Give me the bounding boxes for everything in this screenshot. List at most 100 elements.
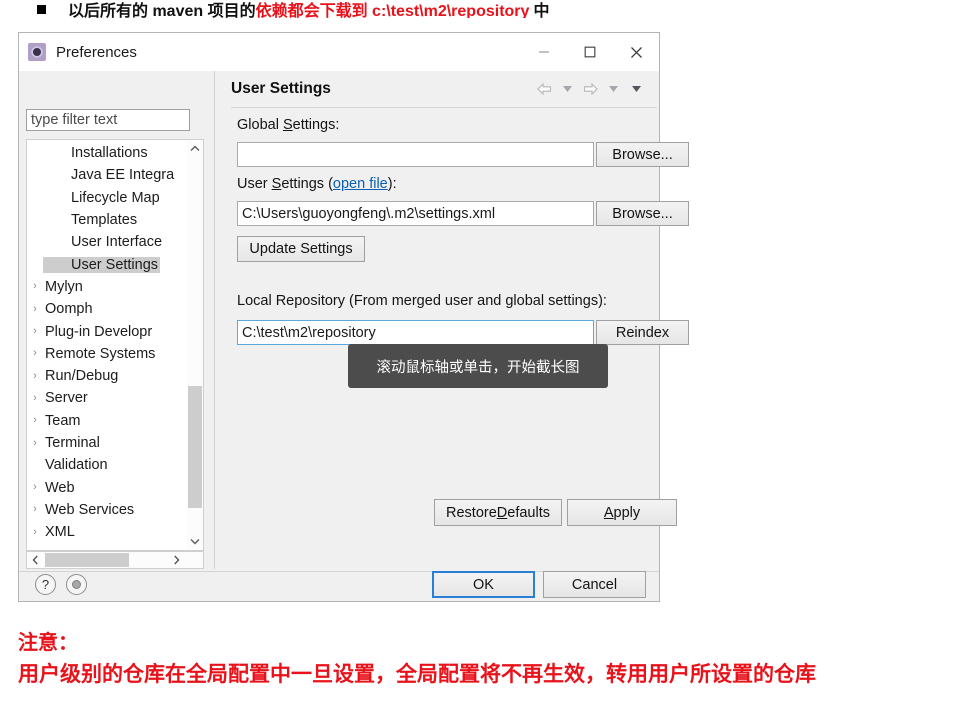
column-divider bbox=[214, 71, 215, 569]
panel-content: Global Settings: Browse... User Settings… bbox=[219, 108, 689, 569]
tree-item-label: Templates bbox=[71, 212, 138, 229]
local-repository-label: Local Repository (From merged user and g… bbox=[237, 293, 607, 309]
footer-icons: ? bbox=[35, 574, 87, 595]
cancel-button[interactable]: Cancel bbox=[543, 571, 646, 598]
tree-item-label: XML bbox=[45, 524, 75, 541]
back-dropdown-icon[interactable] bbox=[559, 81, 576, 98]
tree-item-lifecycle-map[interactable]: Lifecycle Map bbox=[27, 187, 177, 209]
tree-item-validation[interactable]: Validation bbox=[27, 454, 177, 476]
scrollbar-thumb-vertical[interactable] bbox=[188, 386, 202, 508]
expand-arrow-icon[interactable]: › bbox=[27, 326, 43, 337]
expand-arrow-icon[interactable]: › bbox=[27, 437, 43, 449]
open-file-link[interactable]: open file bbox=[333, 176, 388, 192]
forward-dropdown-icon[interactable] bbox=[605, 81, 622, 98]
record-dot-icon[interactable] bbox=[66, 574, 87, 595]
chevron-right-icon[interactable] bbox=[168, 552, 185, 568]
preferences-tree[interactable]: Installations Java EE Integra Lifecycle Ma… bbox=[26, 139, 193, 551]
tree-item-plug-in-developr[interactable]: › Plug-in Developr bbox=[27, 320, 177, 342]
tree-item-label: Mylyn bbox=[45, 278, 83, 295]
tree-item-team[interactable]: › Team bbox=[27, 410, 177, 432]
chevron-left-icon[interactable] bbox=[27, 552, 44, 568]
tree-item-terminal[interactable]: › Terminal bbox=[27, 432, 177, 454]
screenshot-tooltip: 滚动鼠标轴或单击，开始截长图 bbox=[348, 344, 608, 388]
top-note-text-1: 以后所有的 maven 项目的 bbox=[68, 3, 256, 18]
scrollbar-thumb-horizontal[interactable] bbox=[45, 553, 129, 567]
chevron-down-icon[interactable] bbox=[187, 533, 203, 550]
page-title: User Settings bbox=[231, 80, 331, 97]
tree-item-installations[interactable]: Installations bbox=[27, 142, 177, 164]
expand-arrow-icon[interactable]: › bbox=[27, 281, 43, 292]
tree-item-xml[interactable]: › XML bbox=[27, 521, 177, 543]
restore-defaults-pre: Restore bbox=[446, 504, 497, 521]
user-settings-browse-button[interactable]: Browse... bbox=[596, 201, 689, 226]
top-note-text-2: 中 bbox=[533, 3, 550, 18]
tree-item-oomph[interactable]: › Oomph bbox=[27, 298, 177, 320]
tree-item-java-ee-integra[interactable]: Java EE Integra bbox=[27, 164, 177, 186]
global-settings-browse-button[interactable]: Browse... bbox=[596, 142, 689, 167]
close-icon[interactable] bbox=[613, 33, 659, 71]
tree-item-web-services[interactable]: › Web Services bbox=[27, 499, 177, 521]
window-buttons bbox=[521, 33, 659, 71]
user-settings-input[interactable] bbox=[237, 201, 594, 226]
maximize-icon[interactable] bbox=[567, 33, 613, 71]
bullet-square-icon bbox=[37, 4, 46, 14]
global-settings-input[interactable] bbox=[237, 142, 594, 167]
tree-item-templates[interactable]: Templates bbox=[27, 209, 177, 231]
chevron-up-icon[interactable] bbox=[187, 140, 203, 157]
filter-input[interactable] bbox=[26, 109, 190, 131]
apply-mnemonic: A bbox=[603, 504, 614, 521]
tree-item-label: User Settings bbox=[43, 256, 161, 273]
user-settings-label-post: ): bbox=[387, 176, 397, 192]
local-repository-input[interactable] bbox=[237, 320, 594, 345]
tree-item-server[interactable]: › Server bbox=[27, 387, 177, 409]
tree-item-user-interface[interactable]: User Interface bbox=[27, 231, 177, 253]
tree-item-label: Plug-in Developr bbox=[45, 323, 153, 340]
tree-item-web[interactable]: › Web bbox=[27, 476, 177, 498]
expand-arrow-icon[interactable]: › bbox=[27, 482, 43, 493]
tree-item-mylyn[interactable]: › Mylyn bbox=[27, 276, 177, 298]
tree-item-label: Oomph bbox=[45, 301, 93, 318]
restore-defaults-post: efaults bbox=[507, 504, 550, 521]
dialog-title: Preferences bbox=[56, 43, 137, 61]
user-settings-label-pre: User bbox=[237, 176, 272, 192]
tree-item-label: Remote Systems bbox=[45, 345, 156, 362]
eclipse-app-icon bbox=[28, 43, 46, 61]
expand-arrow-icon[interactable]: › bbox=[27, 392, 43, 404]
settings-panel: User Settings Global Settings: Browse...… bbox=[219, 71, 689, 569]
panel-header: User Settings bbox=[219, 71, 657, 107]
tree-vertical-scrollbar[interactable] bbox=[187, 139, 204, 551]
tree-item-run-debug[interactable]: › Run/Debug bbox=[27, 365, 177, 387]
tree-item-label: Web Services bbox=[45, 501, 135, 518]
expand-arrow-icon[interactable]: › bbox=[27, 526, 43, 538]
expand-arrow-icon[interactable]: › bbox=[27, 415, 43, 426]
tree-item-label: Validation bbox=[45, 457, 108, 474]
ok-button[interactable]: OK bbox=[432, 571, 535, 598]
apply-post: pply bbox=[613, 504, 641, 521]
minimize-icon[interactable] bbox=[521, 33, 567, 71]
expand-arrow-icon[interactable]: › bbox=[27, 303, 43, 315]
preferences-sidebar: Installations Java EE Integra Lifecycle Ma… bbox=[26, 71, 204, 569]
help-icon[interactable]: ? bbox=[35, 574, 56, 595]
apply-button[interactable]: Apply bbox=[567, 499, 677, 526]
forward-arrow-icon[interactable] bbox=[582, 81, 599, 98]
tree-item-remote-systems[interactable]: › Remote Systems bbox=[27, 343, 177, 365]
restore-defaults-mnemonic: D bbox=[496, 504, 508, 521]
expand-arrow-icon[interactable]: › bbox=[27, 504, 43, 515]
view-menu-icon[interactable] bbox=[628, 81, 645, 98]
panel-toolbar bbox=[536, 81, 645, 98]
tree-horizontal-scrollbar[interactable] bbox=[26, 551, 204, 569]
expand-arrow-icon[interactable]: › bbox=[27, 348, 43, 359]
expand-arrow-icon[interactable]: › bbox=[27, 370, 43, 382]
global-settings-label: Global Settings: bbox=[237, 117, 339, 133]
global-settings-mnemonic: S bbox=[282, 117, 293, 133]
user-settings-mnemonic: S bbox=[271, 176, 282, 192]
tree-item-user-settings[interactable]: User Settings bbox=[27, 253, 177, 275]
reindex-button[interactable]: Reindex bbox=[596, 320, 689, 345]
back-arrow-icon[interactable] bbox=[536, 81, 553, 98]
global-settings-label-post: ettings: bbox=[292, 117, 340, 133]
update-settings-button[interactable]: Update Settings bbox=[237, 236, 365, 262]
user-settings-label: User Settings (open file): bbox=[237, 176, 397, 192]
restore-defaults-button[interactable]: Restore Defaults bbox=[434, 499, 562, 526]
dialog-titlebar[interactable]: Preferences bbox=[19, 33, 659, 71]
user-settings-label-mid: ettings ( bbox=[281, 176, 333, 192]
